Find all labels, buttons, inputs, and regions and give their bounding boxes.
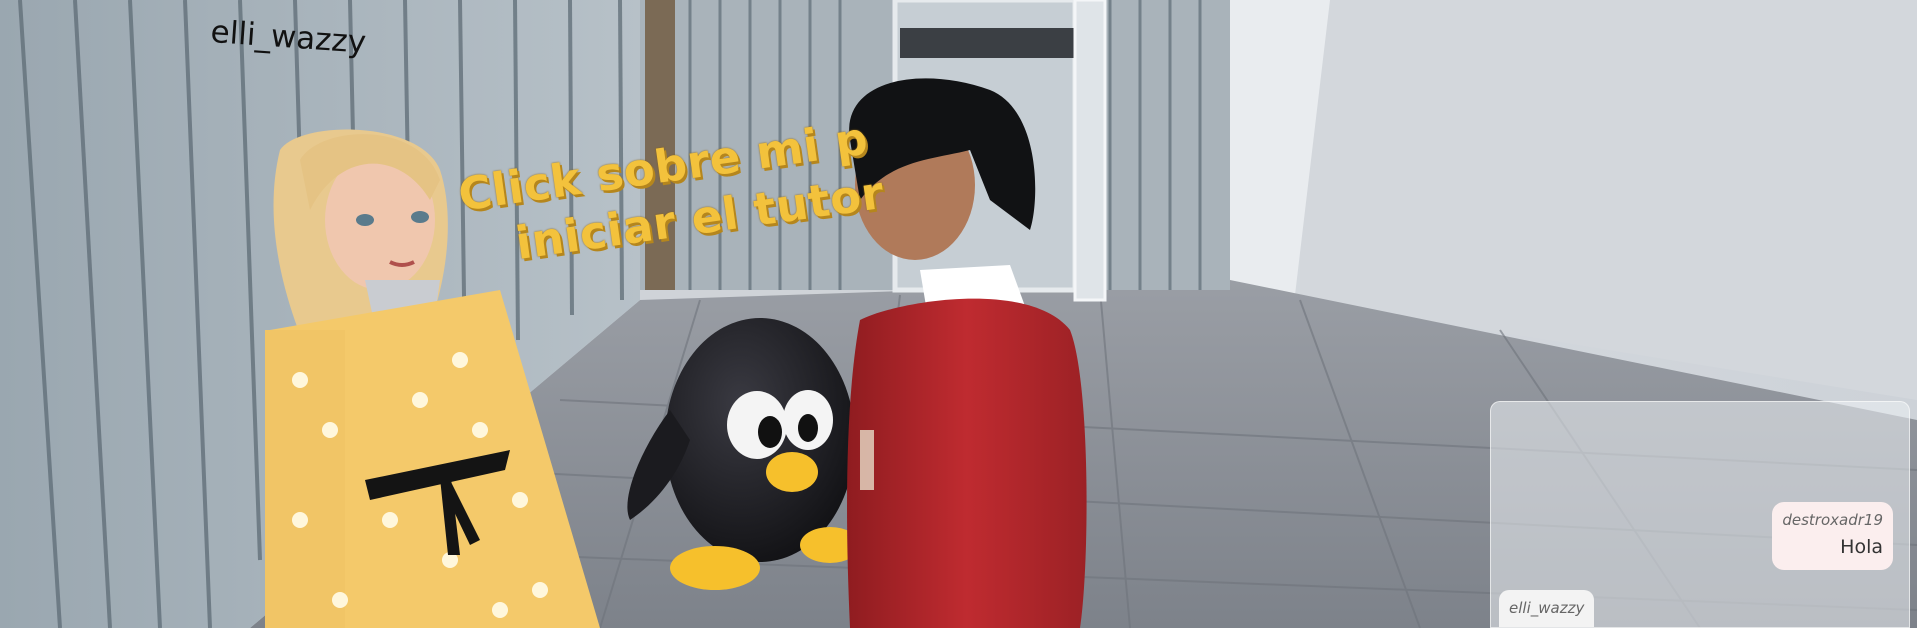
chat-panel[interactable]: destroxadr19 Hola elli_wazzy: [1490, 401, 1910, 628]
chat-message: destroxadr19 Hola: [1772, 502, 1893, 570]
chat-message-text: Hola: [1840, 536, 1883, 558]
chat-self-bubble: elli_wazzy: [1499, 590, 1595, 627]
door-window: [900, 28, 1075, 58]
chat-self-sender: elli_wazzy: [1509, 599, 1585, 617]
glass-panel-right: [1073, 0, 1107, 302]
chat-message-sender: destroxadr19: [1782, 511, 1883, 529]
